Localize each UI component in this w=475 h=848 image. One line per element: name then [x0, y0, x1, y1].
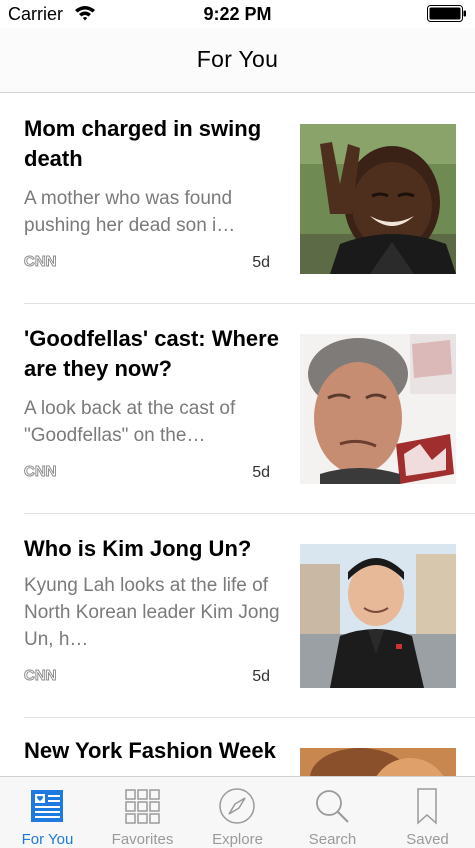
news-feed[interactable]: Mom charged in swing death A mother who … [0, 94, 475, 776]
boy-peace-sign-photo [300, 124, 456, 274]
story-headline: Who is Kim Jong Un? [24, 536, 252, 561]
tab-label: Saved [406, 831, 449, 848]
fashion-week-photo [300, 748, 456, 776]
source-logo-text: CNN [24, 253, 57, 269]
magnifier-icon [316, 790, 349, 823]
story-age: 5d [252, 668, 270, 685]
story-summary: A look back at the cast of "Goodfellas" … [24, 398, 236, 446]
tab-bar: For You Favorites Explore Search Saved [0, 776, 475, 848]
story-headline: 'Goodfellas' cast: Where are they now? [24, 326, 279, 381]
story-card[interactable]: Mom charged in swing death A mother who … [0, 94, 475, 304]
tab-label: Search [308, 831, 357, 848]
story-summary: A mother who was found pushing her dead … [24, 188, 236, 236]
compass-icon [219, 788, 255, 824]
tab-label: Favorites [111, 831, 174, 848]
story-card[interactable]: New York Fashion Week Di… [0, 718, 475, 776]
kim-jong-un-photo [300, 544, 456, 688]
tab-label: For You [21, 831, 74, 848]
story-age: 5d [252, 254, 270, 271]
tab-explore[interactable]: Explore [190, 777, 285, 848]
news-icon [31, 790, 63, 822]
tab-for-you[interactable]: For You [0, 777, 95, 848]
cnn-logo-icon: CNN [24, 667, 57, 683]
source-logo-text: CNN [24, 463, 57, 479]
navigation-bar: For You [0, 28, 475, 93]
story-summary: Kyung Lah looks at the life of North Kor… [24, 575, 280, 650]
story-age: 5d [252, 464, 270, 481]
source-logo-text: CNN [24, 667, 57, 683]
tab-saved[interactable]: Saved [380, 777, 475, 848]
tab-search[interactable]: Search [285, 777, 380, 848]
page-title: For You [196, 46, 279, 72]
ray-liotta-photo [300, 334, 456, 484]
tab-favorites[interactable]: Favorites [95, 777, 190, 848]
status-bar: Carrier 9:22 PM [0, 0, 475, 28]
story-card[interactable]: 'Goodfellas' cast: Where are they now? A… [0, 304, 475, 514]
tab-label: Explore [212, 831, 263, 848]
story-headline: New York Fashion Week Di… [24, 738, 276, 763]
battery-icon [427, 5, 466, 22]
cnn-logo-icon: CNN [24, 463, 57, 479]
status-time: 9:22 PM [203, 4, 272, 24]
bookmark-icon [417, 788, 437, 825]
cnn-logo-icon: CNN [24, 253, 57, 269]
story-card[interactable]: Who is Kim Jong Un? Kyung Lah looks at t… [0, 514, 475, 718]
grid-icon [125, 789, 160, 824]
story-headline: Mom charged in swing death [24, 116, 262, 171]
